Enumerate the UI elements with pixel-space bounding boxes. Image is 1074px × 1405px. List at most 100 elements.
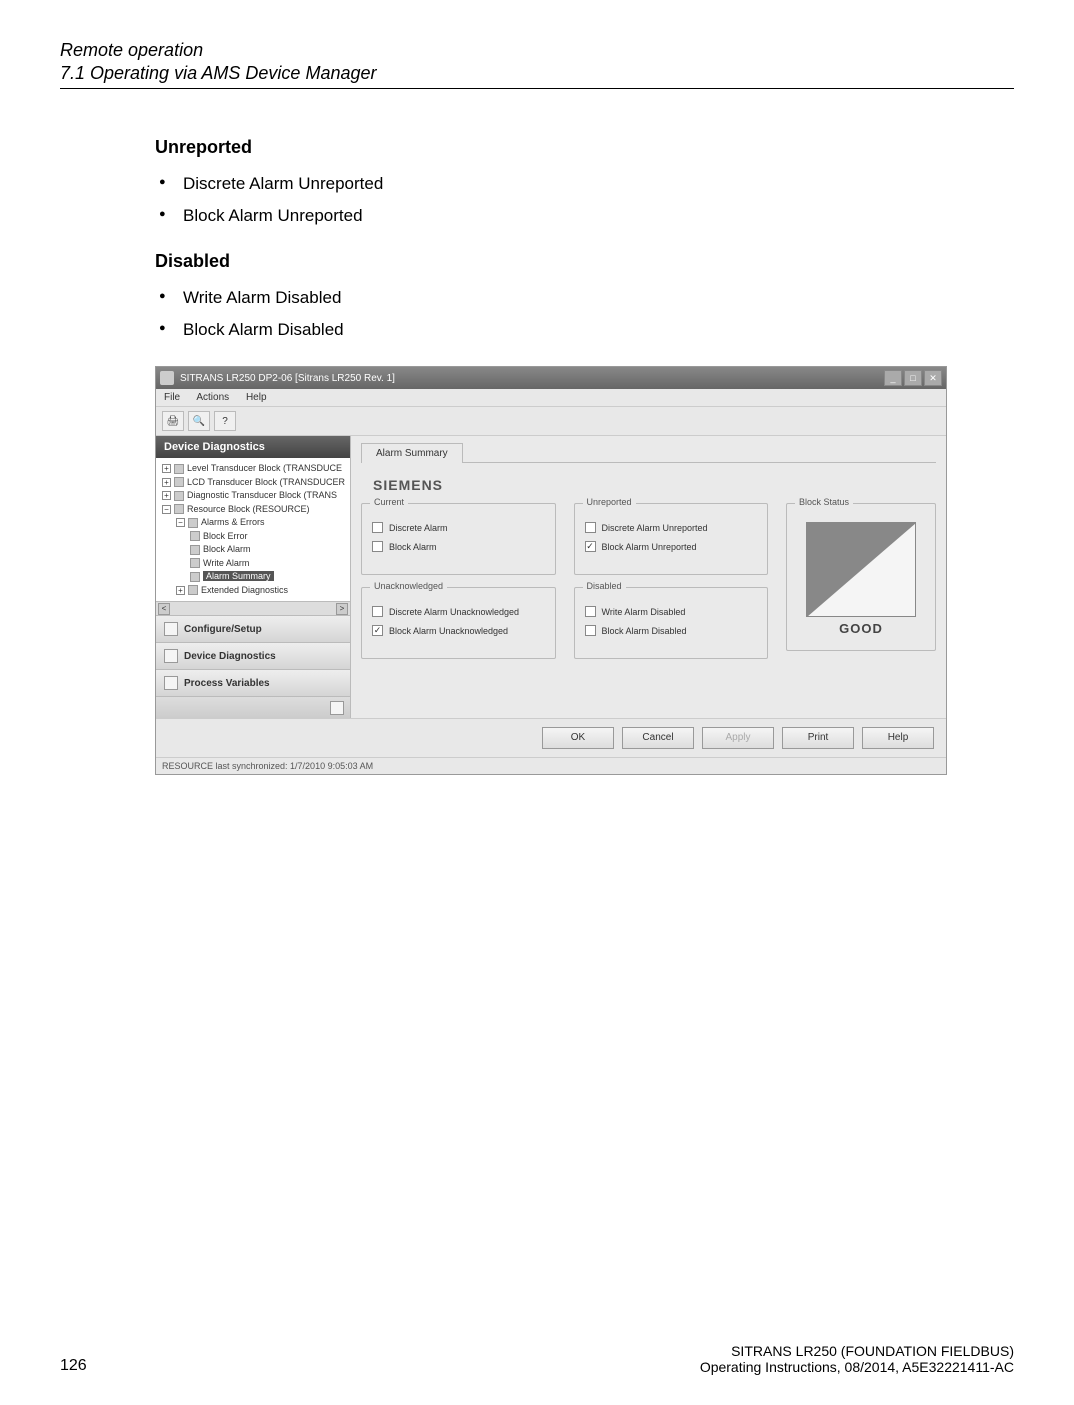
toolbar-print-icon[interactable]: 🖨: [162, 411, 184, 431]
col-middle: Unreported Discrete Alarm Unreported ✓Bl…: [574, 503, 769, 671]
ok-button[interactable]: OK: [542, 727, 614, 749]
nav-configure-button[interactable]: Configure/Setup: [156, 615, 350, 642]
nav-header: Device Diagnostics: [156, 436, 350, 458]
maximize-button[interactable]: □: [904, 370, 922, 386]
checkbox[interactable]: [585, 625, 596, 636]
checkbox-label: Block Alarm Unreported: [602, 542, 697, 552]
checkbox-label: Discrete Alarm Unreported: [602, 523, 708, 533]
list-disabled: Write Alarm Disabled Block Alarm Disable…: [155, 282, 1014, 347]
tree-item[interactable]: Block Alarm: [158, 543, 348, 557]
tree-item[interactable]: +Level Transducer Block (TRANSDUCE: [158, 462, 348, 476]
list-item: Block Alarm Disabled: [155, 314, 1014, 346]
tree-item[interactable]: Write Alarm: [158, 557, 348, 571]
list-item: Discrete Alarm Unreported: [155, 168, 1014, 200]
list-unreported: Discrete Alarm Unreported Block Alarm Un…: [155, 168, 1014, 233]
help-button[interactable]: Help: [862, 727, 934, 749]
col-left: Current Discrete Alarm Block Alarm Unack…: [361, 503, 556, 671]
checkbox-row: ✓ Block Alarm Unacknowledged: [372, 625, 545, 636]
toolbar-help-icon[interactable]: ?: [214, 411, 236, 431]
list-item: Block Alarm Unreported: [155, 200, 1014, 232]
folder-icon: [188, 585, 198, 595]
tab-alarm-summary[interactable]: Alarm Summary: [361, 443, 463, 463]
checkbox[interactable]: [372, 541, 383, 552]
tree-item[interactable]: −Resource Block (RESOURCE): [158, 503, 348, 517]
checkbox-row: Discrete Alarm Unreported: [585, 522, 758, 533]
tab-row: Alarm Summary: [361, 442, 936, 463]
menu-actions[interactable]: Actions: [196, 392, 229, 403]
toolbar-search-icon[interactable]: 🔍: [188, 411, 210, 431]
footer: 126 SITRANS LR250 (FOUNDATION FIELDBUS) …: [60, 1343, 1014, 1375]
heading-disabled: Disabled: [155, 251, 1014, 272]
leaf-icon: [190, 545, 200, 555]
checkbox[interactable]: [372, 606, 383, 617]
tree-view[interactable]: +Level Transducer Block (TRANSDUCE +LCD …: [156, 458, 350, 601]
nav-footer: [156, 696, 350, 718]
window-body: Device Diagnostics +Level Transducer Blo…: [156, 436, 946, 718]
checkbox-row: ✓ Block Alarm Unreported: [585, 541, 758, 552]
page-number: 126: [60, 1357, 87, 1375]
page: Remote operation 7.1 Operating via AMS D…: [0, 0, 1074, 1405]
list-item: Write Alarm Disabled: [155, 282, 1014, 314]
tree-item[interactable]: +Diagnostic Transducer Block (TRANS: [158, 489, 348, 503]
tree-item[interactable]: +LCD Transducer Block (TRANSDUCER: [158, 476, 348, 490]
checkbox-label: Discrete Alarm Unacknowledged: [389, 607, 519, 617]
siemens-logo: SIEMENS: [373, 477, 936, 493]
checkbox-label: Block Alarm Unacknowledged: [389, 626, 508, 636]
tree-scrollbar[interactable]: < >: [156, 601, 350, 615]
footer-product: SITRANS LR250 (FOUNDATION FIELDBUS): [700, 1343, 1014, 1359]
tree-item[interactable]: −Alarms & Errors: [158, 516, 348, 530]
scroll-left-icon[interactable]: <: [158, 603, 170, 615]
toolbar: 🖨 🔍 ?: [156, 407, 946, 436]
heading-unreported: Unreported: [155, 137, 1014, 158]
menu-help[interactable]: Help: [246, 392, 267, 403]
folder-icon: [188, 518, 198, 528]
window-title: SITRANS LR250 DP2-06 [Sitrans LR250 Rev.…: [180, 373, 395, 384]
cancel-button[interactable]: Cancel: [622, 727, 694, 749]
footer-right: SITRANS LR250 (FOUNDATION FIELDBUS) Oper…: [700, 1343, 1014, 1375]
window-controls: _ □ ✕: [884, 370, 942, 386]
leaf-icon: [190, 572, 200, 582]
group-title: Unacknowledged: [370, 581, 447, 591]
status-indicator: [806, 522, 916, 617]
group-current: Current Discrete Alarm Block Alarm: [361, 503, 556, 575]
apply-button[interactable]: Apply: [702, 727, 774, 749]
fields-row: Current Discrete Alarm Block Alarm Unack…: [361, 503, 936, 671]
content: Unreported Discrete Alarm Unreported Blo…: [155, 119, 1014, 1343]
close-button[interactable]: ✕: [924, 370, 942, 386]
header-rule: [60, 88, 1014, 89]
nav-diagnostics-button[interactable]: Device Diagnostics: [156, 642, 350, 669]
titlebar-left: SITRANS LR250 DP2-06 [Sitrans LR250 Rev.…: [160, 371, 395, 385]
variables-icon: [164, 676, 178, 690]
main-panel: Alarm Summary SIEMENS Current Discrete A…: [351, 436, 946, 718]
titlebar: SITRANS LR250 DP2-06 [Sitrans LR250 Rev.…: [156, 367, 946, 389]
checkbox-checked[interactable]: ✓: [585, 541, 596, 552]
folder-icon: [174, 464, 184, 474]
tree-item[interactable]: Block Error: [158, 530, 348, 544]
group-block-status: Block Status GOOD: [786, 503, 936, 651]
checkbox[interactable]: [372, 522, 383, 533]
print-button[interactable]: Print: [782, 727, 854, 749]
header-title: Remote operation: [60, 40, 1014, 61]
group-title: Disabled: [583, 581, 626, 591]
checkbox-checked[interactable]: ✓: [372, 625, 383, 636]
leaf-icon: [190, 558, 200, 568]
status-label: GOOD: [797, 621, 925, 636]
checkbox-row: Block Alarm Disabled: [585, 625, 758, 636]
dialog-buttons: OK Cancel Apply Print Help: [156, 718, 946, 757]
header-subtitle: 7.1 Operating via AMS Device Manager: [60, 63, 1014, 84]
checkbox-row: Discrete Alarm Unacknowledged: [372, 606, 545, 617]
scroll-right-icon[interactable]: >: [336, 603, 348, 615]
checkbox[interactable]: [585, 522, 596, 533]
chevron-icon[interactable]: [330, 701, 344, 715]
menu-file[interactable]: File: [164, 392, 180, 403]
tree-item-selected[interactable]: Alarm Summary: [158, 570, 348, 584]
folder-icon: [174, 477, 184, 487]
nav-process-button[interactable]: Process Variables: [156, 669, 350, 696]
tree-item[interactable]: +Extended Diagnostics: [158, 584, 348, 598]
group-disabled: Disabled Write Alarm Disabled Block Alar…: [574, 587, 769, 659]
leaf-icon: [190, 531, 200, 541]
diagnostics-icon: [164, 649, 178, 663]
minimize-button[interactable]: _: [884, 370, 902, 386]
checkbox-label: Write Alarm Disabled: [602, 607, 686, 617]
checkbox[interactable]: [585, 606, 596, 617]
